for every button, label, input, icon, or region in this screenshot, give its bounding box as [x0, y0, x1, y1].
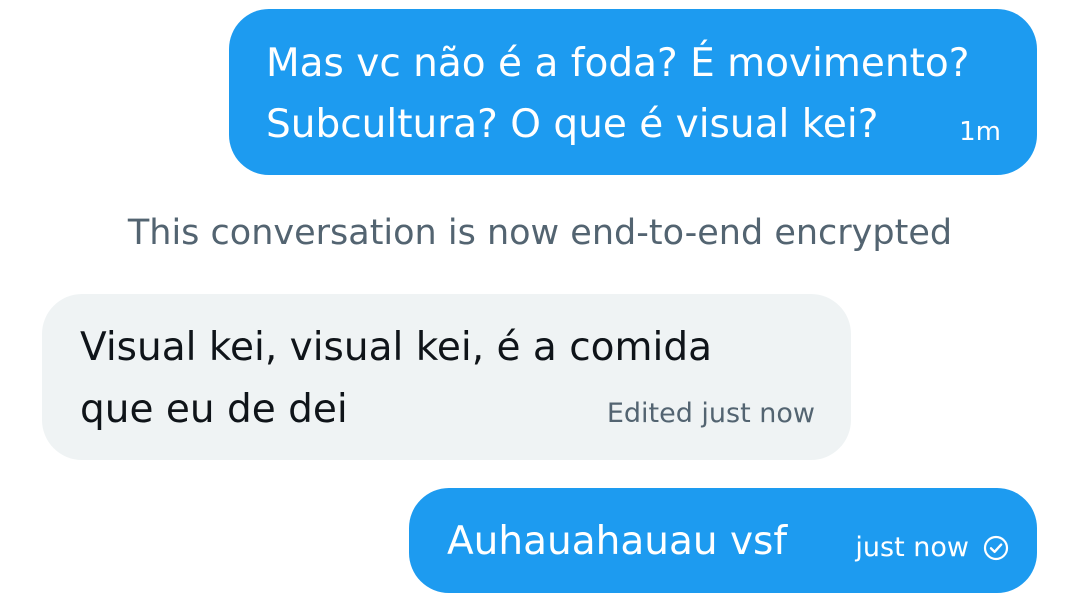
message-meta: just now — [855, 534, 1009, 561]
message-text-line: Subcultura? O que é visual kei? — [266, 102, 879, 147]
message-bubble-outgoing[interactable]: Mas vc não é a foda? É movimento? Subcul… — [229, 9, 1037, 175]
message-text-line: Auhauahauau vsf — [447, 519, 788, 564]
message-timestamp: just now — [855, 532, 969, 563]
message-bubble-incoming[interactable]: Visual kei, visual kei, é a comida que e… — [42, 294, 851, 460]
message-timestamp: 1m — [959, 117, 1001, 147]
encryption-notice: This conversation is now end-to-end encr… — [127, 213, 953, 253]
sent-check-icon — [983, 535, 1009, 561]
message-edited-timestamp: Edited just now — [606, 398, 815, 429]
message-bubble-outgoing[interactable]: Auhauahauau vsf just now — [409, 488, 1037, 593]
message-text-line: Mas vc não é a foda? É movimento? — [266, 41, 970, 86]
message-text-line: Visual kei, visual kei, é a comida — [80, 325, 713, 370]
message-text-line: que eu de dei — [80, 387, 348, 432]
